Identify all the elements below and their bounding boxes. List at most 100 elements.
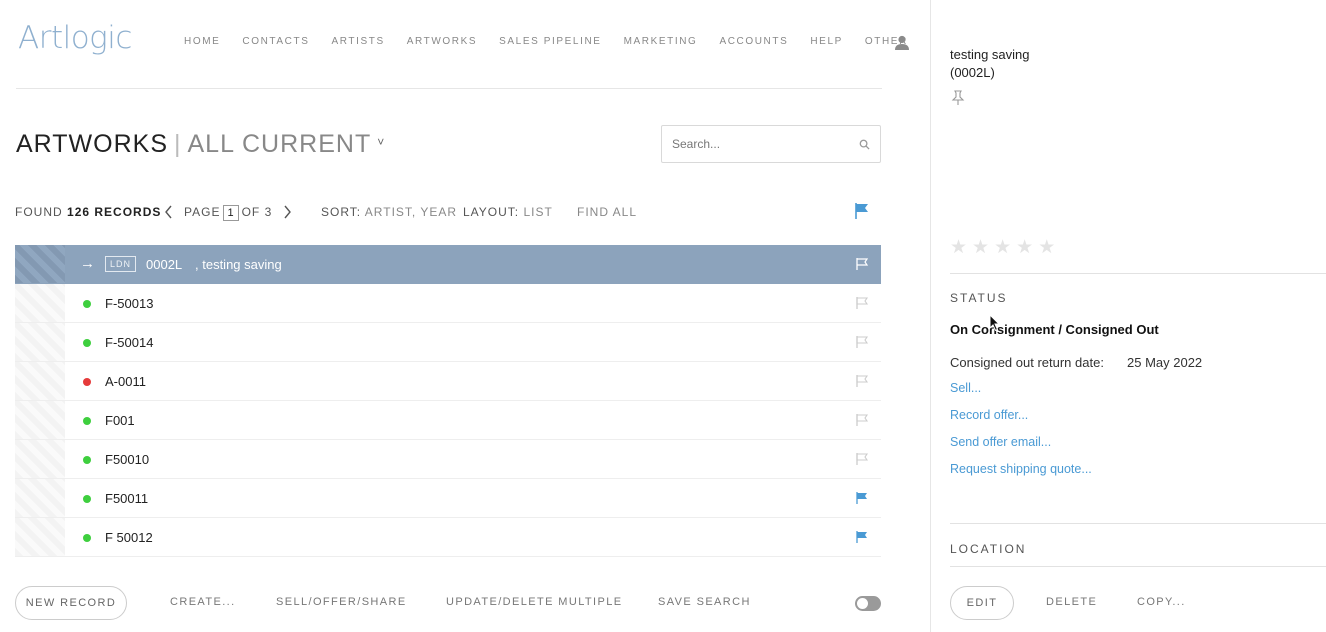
layout-label: LAYOUT: [463, 205, 520, 219]
status-dot [83, 534, 91, 542]
save-search-button[interactable]: SAVE SEARCH [658, 596, 751, 608]
page-input[interactable]: 1 [223, 205, 239, 221]
artwork-thumbnail [15, 323, 65, 361]
nav-artworks[interactable]: ARTWORKS [407, 36, 477, 47]
search-box[interactable] [661, 125, 881, 163]
star-icon[interactable]: ★ [1016, 238, 1033, 257]
sell-offer-share-menu[interactable]: SELL/OFFER/SHARE [276, 596, 407, 608]
update-delete-multiple-menu[interactable]: UPDATE/DELETE MULTIPLE [446, 596, 622, 608]
layout-value[interactable]: LIST [523, 205, 552, 219]
found-label: FOUND [15, 205, 63, 219]
create-menu[interactable]: CREATE... [170, 596, 236, 608]
copy-menu[interactable]: COPY... [1137, 596, 1186, 608]
chevron-right-icon[interactable] [281, 204, 293, 220]
sort-value[interactable]: ARTIST, YEAR [365, 205, 457, 219]
artlogic-logo[interactable]: Artlogic [18, 20, 132, 56]
delete-button[interactable]: DELETE [1046, 596, 1097, 608]
record-code: 0002L [146, 257, 183, 272]
artwork-thumbnail [15, 401, 65, 439]
flag-icon[interactable] [855, 296, 869, 310]
artwork-thumbnail [15, 440, 65, 478]
flag-icon[interactable] [855, 452, 869, 466]
pagination: PAGE 1 OF 3 [184, 205, 272, 221]
artwork-thumbnail [15, 284, 65, 322]
title-separator: | [174, 130, 182, 158]
star-icon[interactable]: ★ [950, 238, 967, 257]
header-divider [16, 88, 882, 89]
table-row-selected[interactable]: → LDN 0002L , testing saving [15, 245, 881, 284]
table-row[interactable]: F50010 [15, 440, 881, 479]
nav-accounts[interactable]: ACCOUNTS [719, 36, 788, 47]
view-selector[interactable]: ALL CURRENT [188, 130, 372, 158]
record-actions-bar: EDIT DELETE COPY... [950, 586, 1310, 620]
table-row[interactable]: F 50012 [15, 518, 881, 557]
sort-label: SORT: [321, 205, 362, 219]
table-row[interactable]: F50011 [15, 479, 881, 518]
chevron-left-icon[interactable] [163, 204, 175, 220]
artwork-thumbnail [15, 245, 65, 283]
find-all-button[interactable]: FIND ALL [577, 205, 637, 219]
status-dot [83, 300, 91, 308]
flag-icon[interactable] [855, 374, 869, 388]
flag-icon[interactable] [855, 491, 869, 505]
status-dot [83, 495, 91, 503]
star-icon[interactable]: ★ [972, 238, 989, 257]
list-actions-bar: NEW RECORD CREATE... SELL/OFFER/SHARE UP… [15, 586, 881, 620]
status-dot [83, 378, 91, 386]
found-count: 126 RECORDS [67, 205, 162, 219]
pin-icon[interactable] [951, 90, 965, 106]
record-detail-name: testing saving [950, 47, 1030, 62]
status-dot [83, 417, 91, 425]
page-title: ARTWORKS | ALL CURRENT ˅ [16, 130, 385, 159]
star-icon[interactable]: ★ [1038, 238, 1055, 257]
page-title-section: ARTWORKS [16, 130, 168, 158]
sell-link[interactable]: Sell... [950, 381, 981, 395]
status-value: On Consignment / Consigned Out [950, 322, 1159, 337]
layout-control[interactable]: LAYOUT: LIST [463, 205, 553, 219]
search-icon[interactable] [859, 139, 870, 150]
nav-sales-pipeline[interactable]: SALES PIPELINE [499, 36, 601, 47]
nav-help[interactable]: HELP [810, 36, 843, 47]
top-navigation: HOME CONTACTS ARTISTS ARTWORKS SALES PIP… [184, 36, 930, 47]
status-dot [83, 456, 91, 464]
star-icon[interactable]: ★ [994, 238, 1011, 257]
record-code: F-50013 [105, 296, 154, 311]
table-row[interactable]: F001 [15, 401, 881, 440]
table-row[interactable]: F-50013 [15, 284, 881, 323]
chevron-down-icon[interactable]: ˅ [377, 135, 385, 149]
new-record-button[interactable]: NEW RECORD [15, 586, 127, 620]
user-icon[interactable] [893, 34, 911, 52]
request-shipping-quote-link[interactable]: Request shipping quote... [950, 462, 1092, 476]
flag-icon[interactable] [855, 530, 869, 544]
mouse-cursor-icon [989, 314, 1001, 332]
flag-filter-icon[interactable] [854, 202, 870, 220]
flag-icon[interactable] [855, 335, 869, 349]
table-row[interactable]: A-0011 [15, 362, 881, 401]
record-detail-code: (0002L) [950, 65, 995, 80]
page-of: OF 3 [241, 205, 273, 219]
location-badge: LDN [105, 256, 137, 272]
toggle-switch[interactable] [855, 596, 881, 611]
nav-contacts[interactable]: CONTACTS [242, 36, 309, 47]
nav-artists[interactable]: ARTISTS [331, 36, 384, 47]
record-offer-link[interactable]: Record offer... [950, 408, 1028, 422]
location-heading: LOCATION [950, 542, 1027, 556]
edit-button[interactable]: EDIT [950, 586, 1014, 620]
status-heading: STATUS [950, 291, 1008, 305]
records-rows: F-50013 F-50014 A-0011 F001 F50010 F50011 F 50… [15, 284, 881, 557]
nav-home[interactable]: HOME [184, 36, 220, 47]
table-row[interactable]: F-50014 [15, 323, 881, 362]
sort-control[interactable]: SORT: ARTIST, YEAR [321, 205, 457, 219]
search-input[interactable] [672, 137, 859, 151]
panel-divider [950, 523, 1326, 524]
record-title: , testing saving [195, 257, 282, 272]
flag-icon[interactable] [855, 257, 869, 271]
main-area: Artlogic HOME CONTACTS ARTISTS ARTWORKS … [0, 0, 930, 632]
flag-icon[interactable] [855, 413, 869, 427]
record-code: F50011 [105, 491, 149, 506]
send-offer-email-link[interactable]: Send offer email... [950, 435, 1051, 449]
status-dot [83, 339, 91, 347]
arrow-right-icon: → [80, 255, 95, 272]
nav-marketing[interactable]: MARKETING [624, 36, 698, 47]
record-code: F001 [105, 413, 135, 428]
